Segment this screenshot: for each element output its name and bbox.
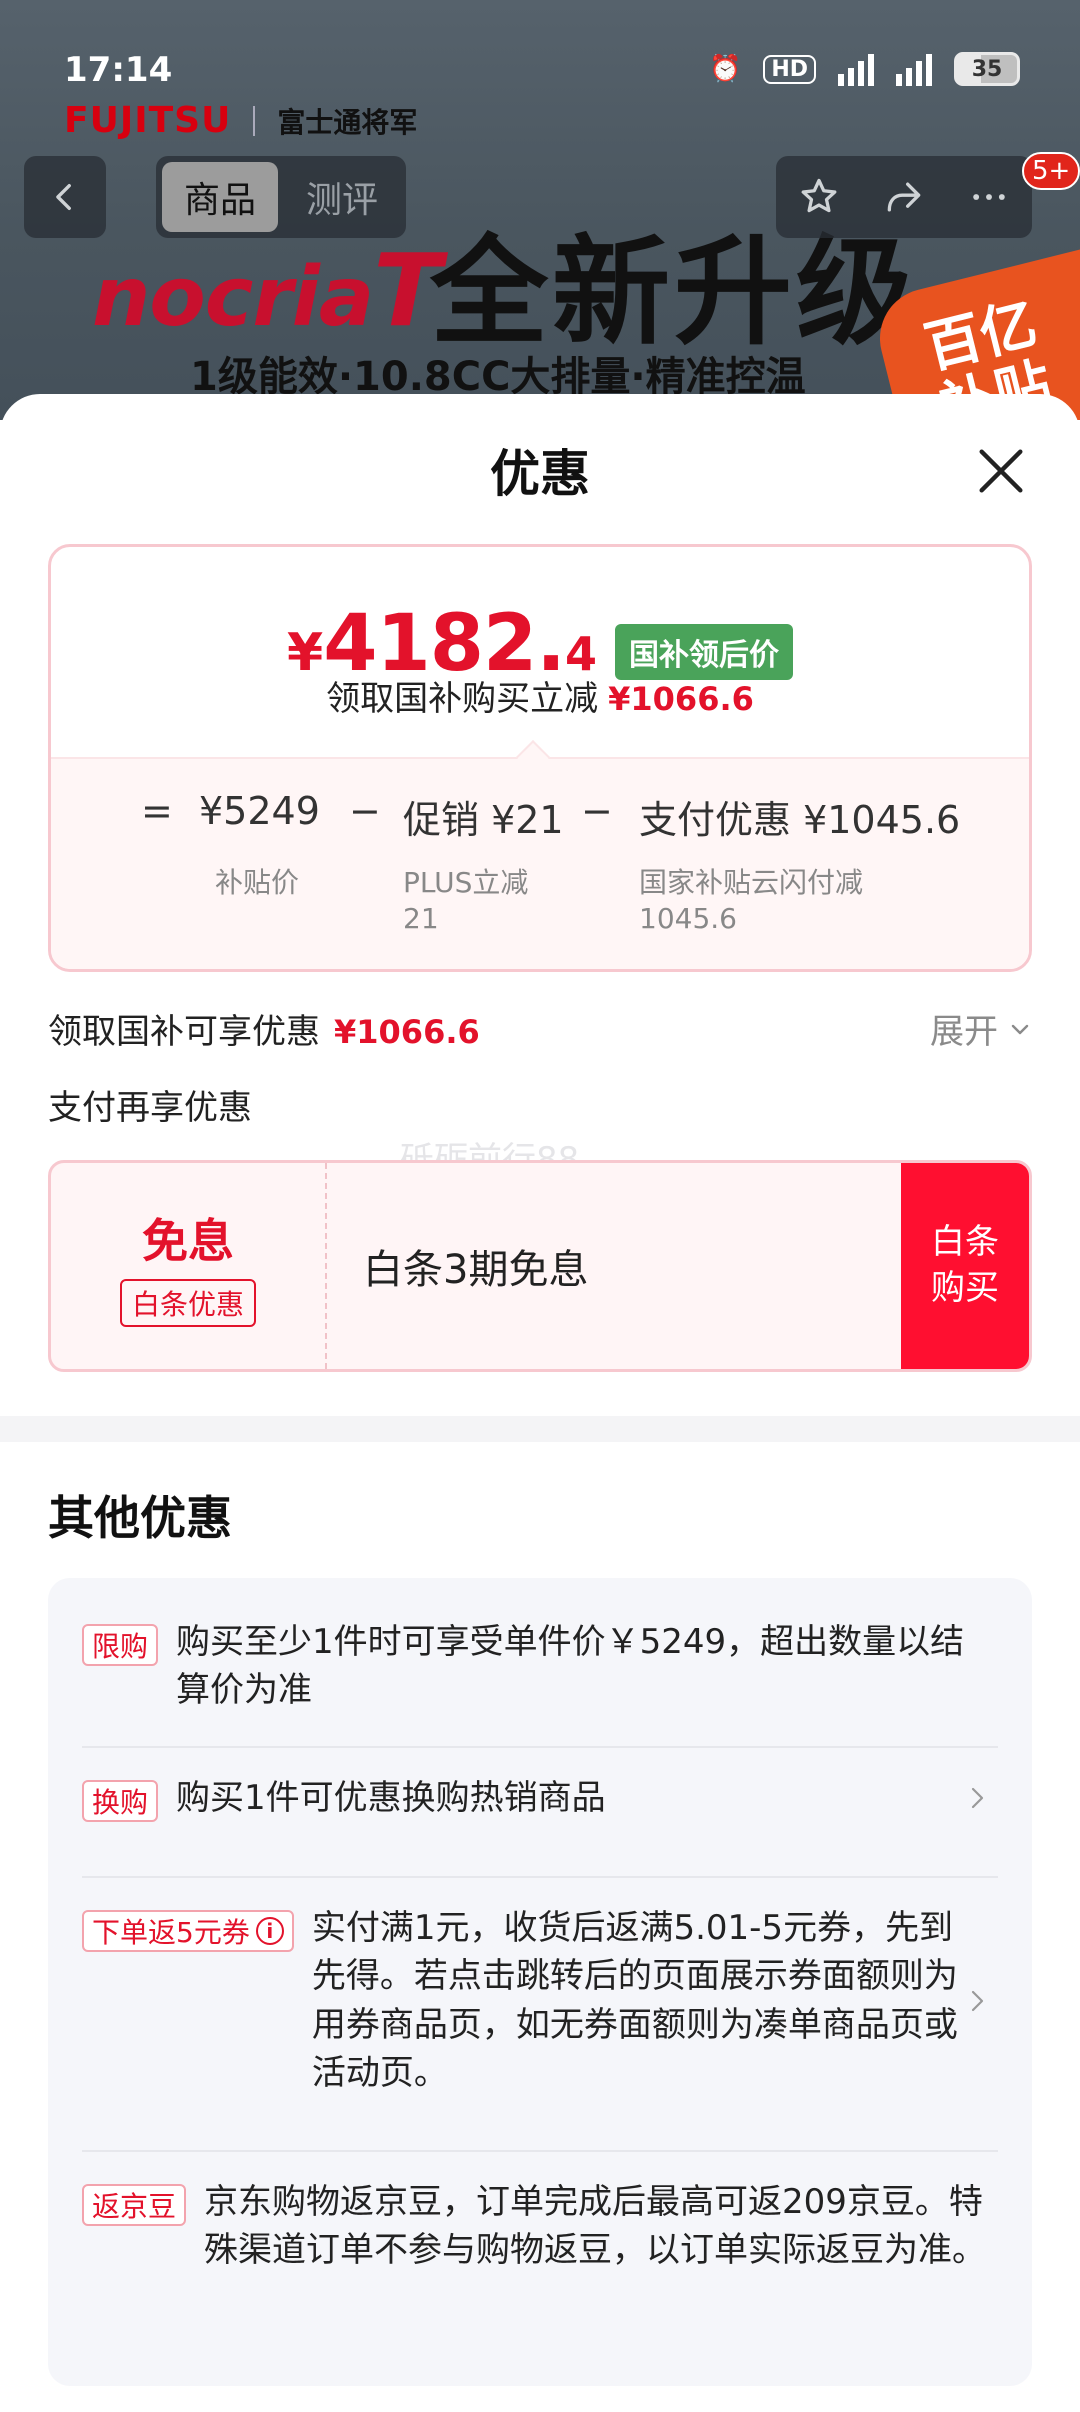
series-logo: nocriaT <box>92 232 441 349</box>
tab-product[interactable]: 商品 <box>162 162 278 232</box>
payment-desc-line1: 国家补贴云闪付减 <box>639 866 864 899</box>
promo-desc-line1: PLUS立减 <box>403 866 529 899</box>
base-desc-text: 补贴价 <box>215 866 300 899</box>
promo-desc: PLUS立减 21 <box>403 865 528 938</box>
offer-item-jingdou: 返京豆 京东购物返京豆，订单完成后最高可返209京豆。特殊渠道订单不参与购物返豆… <box>82 2178 998 2275</box>
expand-label: 展开 <box>930 1012 998 1052</box>
offer-item-limit: 限购 购买至少1件时可享受单件价￥5249，超出数量以结算价为准 <box>82 1618 998 1715</box>
brand-logo: FUJITSU <box>64 100 232 141</box>
signal-icon-2 <box>896 52 932 86</box>
pay-discount-label: 支付再享优惠 <box>48 1088 252 1128</box>
brand-name-cn: 富士通将军 <box>277 105 418 139</box>
offer-text: 购买1件可优惠换购热销商品 <box>176 1778 606 1818</box>
battery-icon: 35 <box>954 52 1020 86</box>
baitiao-desc: 白条3期免息 <box>363 1247 589 1293</box>
section-divider <box>0 1416 1080 1442</box>
payment-desc: 国家补贴云闪付减 1045.6 <box>639 865 863 938</box>
discount-sheet: 优惠 ¥4182. 4 国补领后价 领取国补购买立减 ¥1066.6 = ¥5249… <box>0 394 1080 2412</box>
brand-header: FUJITSU 富士通将军 <box>64 100 417 141</box>
message-badge: 5+ <box>1022 152 1080 190</box>
offer-item-coupon-return[interactable]: 下单返5元券 i 实付满1元，收货后返满5.01-5元券，先到先得。若点击跳转后的… <box>82 1904 998 2097</box>
subsidy-row-label: 领取国补可享优惠 <box>48 1012 320 1052</box>
offer-separator <box>82 1876 998 1878</box>
offer-item-exchange[interactable]: 换购 购买1件可优惠换购热销商品 <box>82 1774 998 1822</box>
offer-tag-text: 下单返5元券 <box>92 1916 250 1949</box>
more-icon[interactable] <box>967 175 1011 219</box>
hd-icon: HD <box>763 54 816 84</box>
minus-sign-1: − <box>349 789 381 833</box>
base-price-desc: 补贴价 <box>215 865 299 901</box>
offer-tag: 限购 <box>82 1624 159 1666</box>
other-offers-title: 其他优惠 <box>48 1491 232 1545</box>
status-icons: ⏰ HD 35 <box>709 52 1020 86</box>
baitiao-buy-button[interactable]: 白条 购买 <box>901 1163 1029 1369</box>
nav-tabs: 商品 测评 <box>156 156 406 238</box>
payment-discount: 支付优惠 ¥1045.6 <box>639 798 961 842</box>
baitiao-offer-card[interactable]: 免息 白条优惠 白条3期免息 白条购买 <box>48 1160 1032 1372</box>
info-icon[interactable]: i <box>255 1917 284 1945</box>
baitiao-button-line1: 白条 <box>931 1222 999 1263</box>
offer-tag: 换购 <box>82 1780 159 1822</box>
price-subtext: 领取国补购买立减 ¥1066.6 <box>51 671 1029 720</box>
subsidy-label: 领取国补购买立减 <box>326 679 599 719</box>
chevron-right-icon <box>968 1904 998 2097</box>
baitiao-tag: 白条优惠 <box>119 1279 256 1327</box>
status-time: 17:14 <box>64 50 173 90</box>
offer-tag: 下单返5元券 i <box>82 1910 294 1952</box>
chevron-right-icon <box>968 1774 998 1822</box>
baitiao-button-line2: 购买 <box>931 1268 999 1308</box>
equals-sign: = <box>141 789 173 833</box>
share-icon[interactable] <box>882 175 926 219</box>
sheet-title: 优惠 <box>490 445 590 503</box>
base-price: ¥5249 <box>199 789 320 833</box>
breakdown-row: = ¥5249 − 促销 ¥21 − 支付优惠 ¥1045.6 <box>51 789 1029 849</box>
offer-separator <box>82 2150 998 2152</box>
baitiao-left: 免息 白条优惠 <box>51 1163 327 1369</box>
alarm-icon: ⏰ <box>708 54 742 84</box>
offer-text: 京东购物返京豆，订单完成后最高可返209京豆。特殊渠道订单不参与购物返豆，以订单… <box>204 2182 987 2271</box>
other-offers-list: 限购 购买至少1件时可享受单件价￥5249，超出数量以结算价为准 换购 购买1件… <box>48 1578 1032 2386</box>
expand-button[interactable]: 展开 <box>930 1004 1032 1053</box>
price-card: ¥4182. 4 国补领后价 领取国补购买立减 ¥1066.6 = ¥5249 − … <box>48 544 1032 972</box>
offer-text: 购买至少1件时可享受单件价￥5249，超出数量以结算价为准 <box>176 1622 965 1711</box>
subsidy-row-amount: ¥1066.6 <box>334 1013 480 1051</box>
offer-text: 实付满1元，收货后返满5.01-5元券，先到先得。若点击跳转后的页面展示券面额则… <box>311 1908 958 2093</box>
nav-actions <box>776 156 1032 238</box>
baitiao-big-label: 免息 <box>142 1214 234 1268</box>
price-breakdown: = ¥5249 − 促销 ¥21 − 支付优惠 ¥1045.6 补贴价 PLUS… <box>51 757 1029 969</box>
series-name: nocria <box>92 250 374 345</box>
back-button[interactable] <box>24 156 106 238</box>
offer-separator <box>82 1746 998 1748</box>
chevron-left-icon <box>56 183 71 211</box>
payment-desc-line2: 1045.6 <box>639 902 737 936</box>
signal-icon <box>838 52 874 86</box>
promo-discount: 促销 ¥21 <box>403 798 564 842</box>
brand-separator <box>253 105 256 136</box>
product-banner: 17:14 ⏰ HD 35 FUJITSU 富士通将军 nocriaT 全新升级… <box>0 0 1080 420</box>
close-icon[interactable] <box>972 442 1030 500</box>
subsidy-row: 领取国补可享优惠 ¥1066.6 展开 <box>48 1004 1032 1054</box>
minus-sign-2: − <box>581 789 613 833</box>
chevron-down-icon <box>1011 1024 1029 1034</box>
tab-review[interactable]: 测评 <box>284 162 400 232</box>
subsidy-amount: ¥1066.6 <box>608 680 754 718</box>
status-bar: 17:14 ⏰ HD 35 <box>0 40 1080 100</box>
star-icon[interactable] <box>797 175 841 219</box>
offer-tag: 返京豆 <box>82 2184 187 2226</box>
promo-desc-line2: 21 <box>403 902 439 936</box>
